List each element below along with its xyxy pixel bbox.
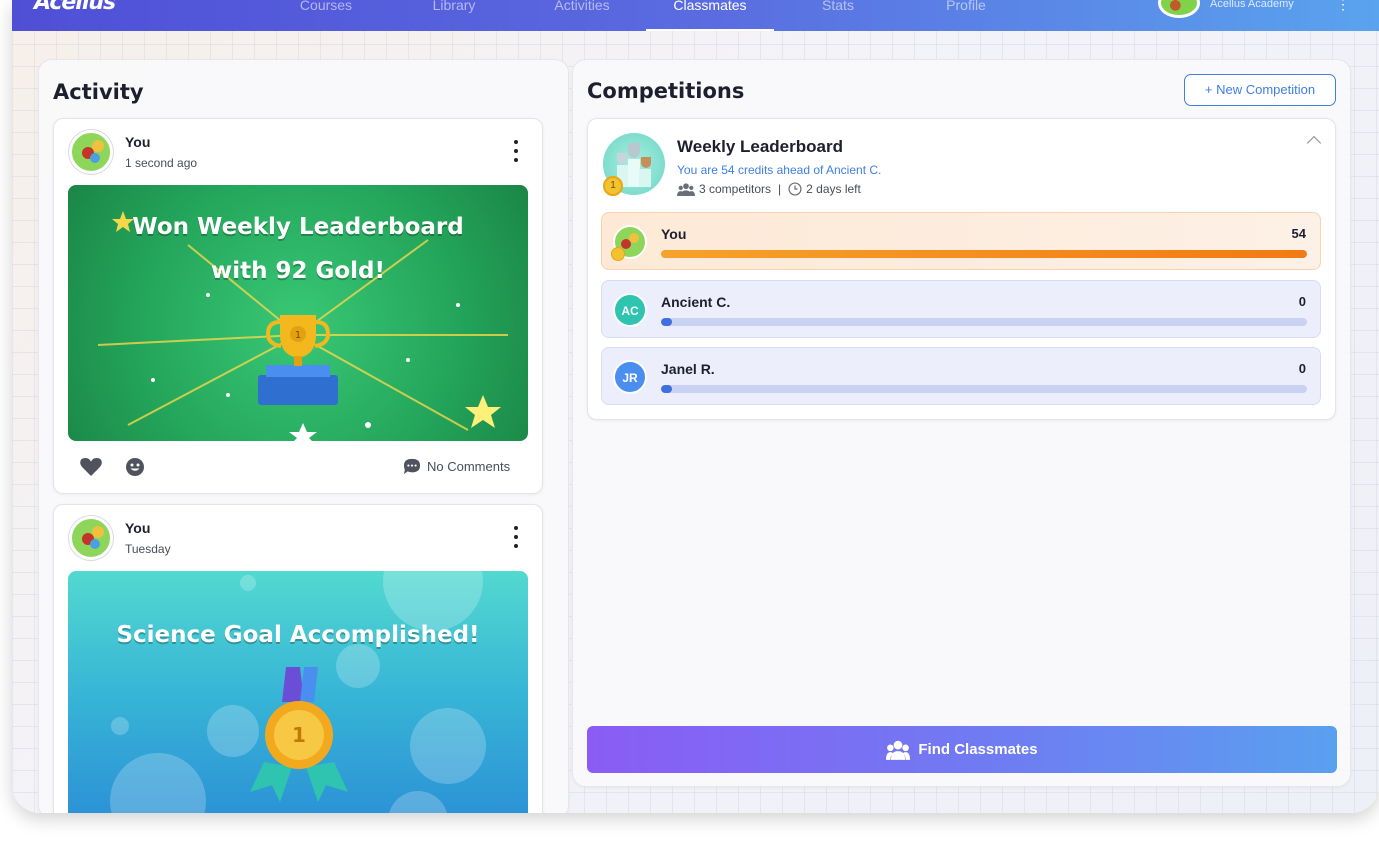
activity-panel: Activity You 1 second ago Won Weekly Lea… bbox=[38, 59, 569, 813]
post-image: Science Goal Accomplished! 1 bbox=[68, 571, 528, 813]
meta-divider: | bbox=[778, 182, 782, 196]
post-menu-icon[interactable] bbox=[511, 526, 521, 548]
gold-medal-icon: 1 bbox=[603, 176, 623, 196]
leaderboard-row-ancient-c[interactable]: AC Ancient C. 0 bbox=[601, 280, 1321, 338]
post-time: 1 second ago bbox=[125, 156, 198, 170]
gold-medal-icon bbox=[611, 247, 625, 261]
svg-text:1: 1 bbox=[295, 330, 301, 341]
nav-library[interactable]: Library bbox=[390, 0, 518, 31]
competitor-score: 0 bbox=[1298, 294, 1306, 309]
clock-icon bbox=[788, 182, 802, 196]
competitor-score: 0 bbox=[1298, 361, 1306, 376]
app-window: Acellus Courses Library Activities Class… bbox=[12, 0, 1379, 813]
leaderboard-subtitle: You are 54 credits ahead of Ancient C. bbox=[677, 163, 882, 177]
comments-link[interactable]: No Comments bbox=[403, 458, 510, 475]
progress-fill bbox=[661, 385, 672, 393]
nav-activities[interactable]: Activities bbox=[518, 0, 646, 31]
kebab-menu-icon[interactable]: ⋮ bbox=[1336, 0, 1350, 13]
leaderboard-meta: 3 competitors | 2 days left bbox=[677, 182, 861, 196]
progress-fill bbox=[661, 318, 672, 326]
image-title-line1: Won Weekly Leaderboard bbox=[132, 214, 464, 240]
post-time: Tuesday bbox=[125, 542, 171, 556]
user-avatar[interactable] bbox=[1158, 0, 1200, 18]
trophy-icon: 1 bbox=[258, 315, 338, 405]
avatar[interactable] bbox=[69, 516, 113, 560]
activity-post: You Tuesday Science Goal Accomplished! 1 bbox=[53, 504, 543, 813]
competitor-name: Ancient C. bbox=[661, 294, 731, 310]
nav-courses[interactable]: Courses bbox=[262, 0, 390, 31]
time-left: 2 days left bbox=[806, 182, 861, 196]
avatar: JR bbox=[613, 360, 647, 394]
nav-stats[interactable]: Stats bbox=[774, 0, 902, 31]
group-icon bbox=[886, 740, 911, 760]
avatar: AC bbox=[613, 293, 647, 327]
group-icon bbox=[677, 182, 695, 196]
activity-title: Activity bbox=[53, 80, 144, 104]
heart-icon[interactable] bbox=[80, 458, 102, 476]
competitor-score: 54 bbox=[1291, 226, 1306, 241]
competitor-name: Janel R. bbox=[661, 361, 715, 377]
progress-track bbox=[661, 250, 1307, 258]
leaderboard-title[interactable]: Weekly Leaderboard bbox=[677, 137, 843, 157]
new-competition-button[interactable]: + New Competition bbox=[1184, 74, 1336, 106]
leaderboard-row-janel-r[interactable]: JR Janel R. 0 bbox=[601, 347, 1321, 405]
star-icon bbox=[289, 423, 317, 441]
leaderboard-row-you[interactable]: You 54 bbox=[601, 212, 1321, 270]
top-nav-bar: Acellus Courses Library Activities Class… bbox=[12, 0, 1379, 31]
star-icon bbox=[465, 395, 501, 428]
svg-text:1: 1 bbox=[292, 723, 306, 747]
competitions-title: Competitions bbox=[587, 79, 745, 103]
medal-icon: 1 bbox=[250, 667, 348, 802]
emoji-icon[interactable] bbox=[124, 457, 146, 477]
comments-count: No Comments bbox=[427, 459, 511, 474]
post-menu-icon[interactable] bbox=[511, 140, 521, 162]
avatar[interactable] bbox=[69, 130, 113, 174]
image-title: Science Goal Accomplished! bbox=[116, 622, 480, 648]
competitor-name: You bbox=[661, 226, 687, 242]
school-name: Acellus Academy bbox=[1210, 0, 1294, 10]
find-classmates-button[interactable]: Find Classmates bbox=[587, 726, 1337, 773]
competitors-count: 3 competitors bbox=[699, 182, 772, 196]
progress-fill bbox=[661, 250, 1307, 258]
post-image: Won Weekly Leaderboard with 92 Gold! 1 bbox=[68, 185, 528, 441]
progress-track bbox=[661, 385, 1307, 393]
find-classmates-label: Find Classmates bbox=[918, 741, 1038, 758]
nav-classmates[interactable]: Classmates bbox=[646, 0, 774, 31]
acellus-logo[interactable]: Acellus bbox=[34, 0, 116, 15]
post-actions bbox=[80, 457, 146, 477]
activity-post: You 1 second ago Won Weekly Leaderboard … bbox=[53, 118, 543, 494]
post-author[interactable]: You bbox=[125, 520, 150, 536]
main-nav: Courses Library Activities Classmates St… bbox=[262, 0, 1030, 31]
image-title-line2: with 92 Gold! bbox=[210, 258, 386, 284]
comment-icon bbox=[403, 458, 421, 475]
post-author[interactable]: You bbox=[125, 134, 150, 150]
progress-track bbox=[661, 318, 1307, 326]
nav-profile[interactable]: Profile bbox=[902, 0, 1030, 31]
